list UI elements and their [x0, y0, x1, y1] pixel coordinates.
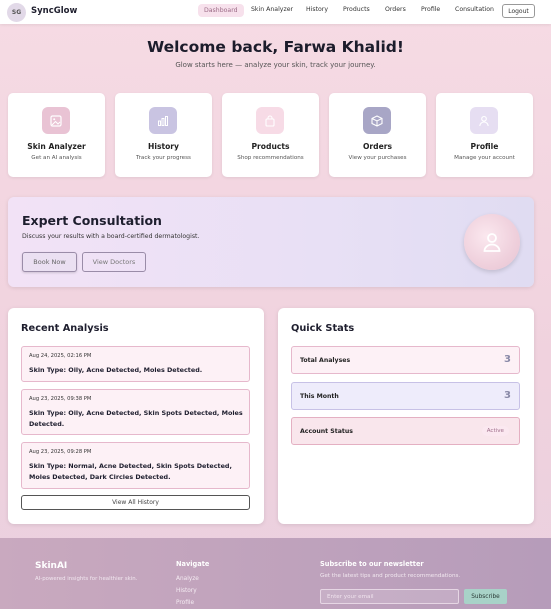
logo-badge[interactable]: SG — [7, 3, 26, 22]
analysis-item[interactable]: Aug 23, 2025, 09:28 PM Skin Type: Normal… — [21, 442, 250, 489]
analysis-summary: Skin Type: Oily, Acne Detected, Moles De… — [29, 366, 203, 374]
card-orders[interactable]: Orders View your purchases — [329, 93, 426, 177]
recent-analysis-title: Recent Analysis — [21, 323, 109, 334]
view-all-history-button[interactable]: View All History — [21, 495, 250, 510]
stat-this-month: This Month 3 — [291, 382, 520, 410]
stat-total-analyses: Total Analyses 3 — [291, 346, 520, 374]
stat-label: Account Status — [300, 428, 353, 435]
newsletter-description: Get the latest tips and product recommen… — [320, 573, 461, 579]
analysis-item[interactable]: Aug 24, 2025, 02:16 PM Skin Type: Oily, … — [21, 346, 250, 382]
status-badge: Active — [481, 426, 509, 436]
email-input[interactable] — [320, 589, 459, 604]
footer: SkinAI AI-powered insights for healthier… — [0, 538, 551, 609]
page-title: Welcome back, Farwa Khalid! — [147, 38, 404, 56]
user-icon — [470, 107, 498, 134]
stat-value: 3 — [504, 390, 511, 401]
stat-label: This Month — [300, 393, 339, 400]
stat-value: 3 — [504, 354, 511, 365]
card-products[interactable]: Products Shop recommendations — [222, 93, 319, 177]
nav-item-history[interactable]: History — [306, 6, 328, 13]
card-skin-analyzer[interactable]: Skin Analyzer Get an AI analysis — [8, 93, 105, 177]
newsletter-title: Subscribe to our newsletter — [320, 560, 424, 568]
consultation-title: Expert Consultation — [22, 213, 162, 228]
nav-item-products[interactable]: Products — [343, 6, 370, 13]
card-history[interactable]: History Track your progress — [115, 93, 212, 177]
card-title: Orders — [362, 142, 393, 151]
app-name[interactable]: SyncGlow — [31, 6, 77, 16]
footer-tagline: AI-powered insights for healthier skin. — [35, 576, 138, 582]
card-title: Skin Analyzer — [27, 142, 86, 151]
analysis-date: Aug 23, 2025, 09:28 PM — [29, 449, 92, 455]
recent-analysis-panel: Recent Analysis Aug 24, 2025, 02:16 PM S… — [8, 308, 264, 524]
book-now-button[interactable]: Book Now — [22, 252, 77, 272]
nav-item-skin-analyzer[interactable]: Skin Analyzer — [251, 6, 293, 13]
image-icon — [42, 107, 70, 134]
consultation-description: Discuss your results with a board-certif… — [22, 233, 200, 240]
footer-link-history[interactable]: History — [176, 588, 197, 594]
footer-navigate-title: Navigate — [176, 560, 210, 568]
nav-item-consultation[interactable]: Consultation — [455, 6, 494, 13]
nav-item-dashboard[interactable]: Dashboard — [198, 4, 244, 17]
stat-account-status: Account Status Active — [291, 417, 520, 445]
shopping-bag-icon — [256, 107, 284, 134]
logout-button[interactable]: Logout — [502, 4, 535, 18]
card-title: History — [147, 142, 180, 151]
subscribe-button[interactable]: Subscribe — [464, 589, 507, 604]
card-subtitle: Track your progress — [136, 155, 191, 161]
card-title: Products — [251, 142, 290, 151]
analysis-summary: Skin Type: Normal, Acne Detected, Skin S… — [29, 462, 232, 481]
footer-brand: SkinAI — [35, 561, 68, 571]
footer-link-analyze[interactable]: Analyze — [176, 576, 199, 582]
card-profile[interactable]: Profile Manage your account — [436, 93, 533, 177]
nav-item-orders[interactable]: Orders — [385, 6, 406, 13]
footer-link-profile[interactable]: Profile — [176, 600, 194, 606]
view-doctors-button[interactable]: View Doctors — [82, 252, 146, 272]
analysis-date: Aug 23, 2025, 09:38 PM — [29, 396, 92, 402]
card-title: Profile — [470, 142, 499, 151]
consultation-banner: Expert Consultation Discuss your results… — [8, 197, 534, 287]
top-navbar: SG SyncGlow Dashboard Skin Analyzer Hist… — [0, 0, 551, 24]
card-subtitle: Manage your account — [454, 155, 515, 161]
card-subtitle: Get an AI analysis — [31, 155, 82, 161]
analysis-date: Aug 24, 2025, 02:16 PM — [29, 353, 92, 359]
quick-stats-panel: Quick Stats Total Analyses 3 This Month … — [278, 308, 534, 524]
box-icon — [363, 107, 391, 134]
page-subtitle: Glow starts here — analyze your skin, tr… — [175, 61, 376, 69]
doctor-avatar-icon — [464, 214, 520, 270]
analysis-summary: Skin Type: Oily, Acne Detected, Skin Spo… — [29, 409, 243, 428]
bar-chart-icon — [149, 107, 177, 134]
analysis-item[interactable]: Aug 23, 2025, 09:38 PM Skin Type: Oily, … — [21, 389, 250, 435]
card-subtitle: Shop recommendations — [237, 155, 304, 161]
quick-stats-title: Quick Stats — [291, 323, 355, 334]
stat-label: Total Analyses — [300, 357, 351, 364]
nav-item-profile[interactable]: Profile — [421, 6, 440, 13]
card-subtitle: View your purchases — [348, 155, 407, 161]
